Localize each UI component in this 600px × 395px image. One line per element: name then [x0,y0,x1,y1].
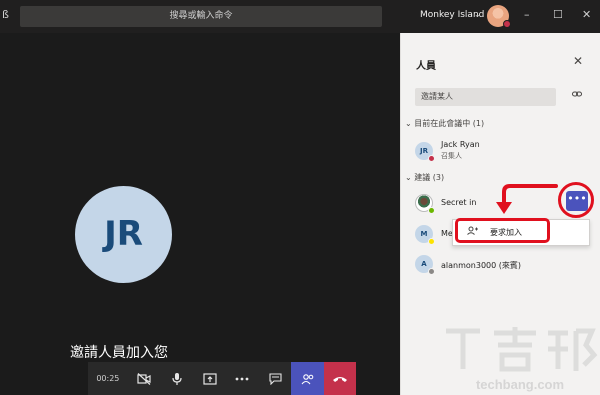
busy-status-dot [503,20,511,28]
hang-up-icon[interactable] [324,362,356,395]
watermark-logo: techbang.com [440,325,600,395]
avatar-initials: JR [420,147,428,155]
close-window-button[interactable]: ✕ [582,8,591,22]
highlight-rectangle [455,218,550,243]
copy-link-icon[interactable] [572,90,582,101]
camera-off-icon[interactable] [128,362,161,395]
suggestion-avatar[interactable]: A [415,255,435,275]
close-icon[interactable]: ✕ [573,54,583,68]
available-status-dot [428,207,435,214]
people-icon[interactable] [291,362,325,395]
attendee-avatar[interactable]: JR [415,142,435,162]
share-screen-icon[interactable] [193,362,226,395]
suggestion-avatar[interactable] [415,194,435,214]
call-stage [0,33,400,395]
attendee-role: 召集人 [441,152,462,160]
call-controls: 00:25 [88,362,356,395]
section-in-meeting[interactable]: ⌄ 目前在此會議中 (1) [405,118,484,129]
chevron-down-icon: ⌄ [405,119,415,128]
suggestion-name: alanmon3000 (來賓) [441,261,521,270]
participant-avatar: JR [75,186,172,283]
offline-status-dot [428,268,435,275]
avatar-initials: A [421,260,427,268]
invite-input[interactable]: 邀請某人 [415,88,556,106]
user-avatar[interactable] [487,5,511,28]
microphone-icon[interactable] [160,362,193,395]
highlight-circle [558,182,594,218]
panel-title: 人員 [416,61,436,72]
chat-icon[interactable] [259,362,292,395]
call-timer: 00:25 [96,374,120,383]
app-menu-glyph[interactable]: ß [2,8,9,21]
annotation-arrow [496,184,558,214]
invite-message: 邀請人員加入您 [70,345,168,361]
minimize-button[interactable]: – [524,8,530,22]
title-bar: ß 搜尋或輸入命令 Monkey Island ⌄ – ☐ ✕ [0,0,600,33]
chevron-down-icon[interactable]: ⌄ [474,10,481,19]
maximize-button[interactable]: ☐ [553,8,563,22]
suggestion-name: Secret in [441,198,477,207]
avatar-initials: M [420,230,428,238]
watermark-glyphs [446,327,598,372]
section-label: 建議 (3) [414,173,445,182]
suggestion-avatar[interactable]: M [415,225,435,245]
more-icon[interactable] [226,362,259,395]
attendee-name: Jack Ryan [441,140,480,149]
search-bar[interactable]: 搜尋或輸入命令 [20,6,382,27]
chevron-down-icon: ⌄ [405,173,415,182]
section-suggested[interactable]: ⌄ 建議 (3) [405,172,444,183]
away-status-dot [428,238,435,245]
watermark-text: techbang.com [475,377,565,392]
busy-status-dot [428,155,435,162]
section-label: 目前在此會議中 (1) [414,119,485,128]
